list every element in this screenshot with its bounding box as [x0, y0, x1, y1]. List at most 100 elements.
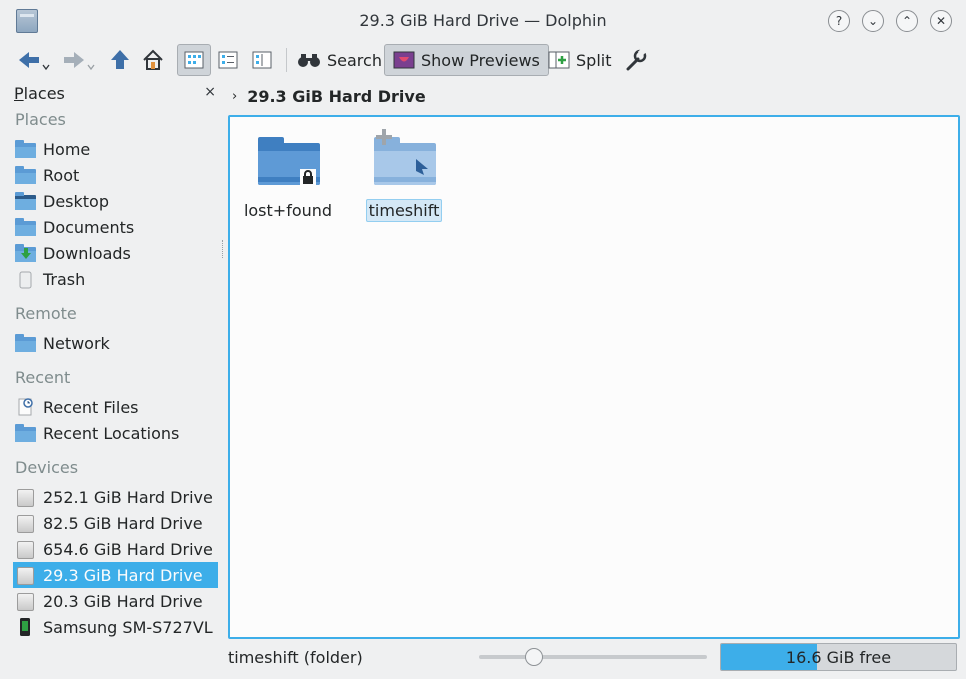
downloads-folder-icon — [15, 243, 37, 263]
network-folder-icon — [15, 333, 37, 353]
hard-drive-icon — [15, 539, 37, 559]
file-name: lost+found — [243, 201, 333, 220]
section-remote: Remote — [15, 304, 77, 323]
back-button[interactable] — [16, 44, 50, 76]
split-button[interactable]: Split — [548, 44, 611, 76]
places-item-trash[interactable]: Trash — [13, 266, 218, 292]
file-name-selected: timeshift — [354, 199, 454, 222]
cursor-emblem-icon — [416, 159, 428, 175]
zoom-slider-handle[interactable] — [524, 648, 543, 666]
places-item-documents[interactable]: Documents — [13, 214, 218, 240]
configure-button[interactable] — [624, 44, 648, 76]
file-item-lost-found[interactable]: lost+found — [238, 127, 338, 220]
device-label: 82.5 GiB Hard Drive — [43, 513, 203, 533]
places-item-label: Downloads — [43, 243, 131, 263]
places-item-label: Network — [43, 333, 110, 353]
add-selection-icon[interactable] — [374, 127, 394, 147]
show-previews-button[interactable]: Show Previews — [384, 44, 549, 76]
device-label: Samsung SM-S727VL — [43, 617, 213, 637]
home-folder-icon — [15, 139, 37, 159]
free-space-bar[interactable]: 16.6 GiB free — [720, 643, 957, 671]
device-item[interactable]: 82.5 GiB Hard Drive — [13, 510, 218, 536]
help-button[interactable]: ? — [828, 10, 850, 32]
device-item[interactable]: 654.6 GiB Hard Drive — [13, 536, 218, 562]
device-item[interactable]: 252.1 GiB Hard Drive — [13, 484, 218, 510]
folder-icon — [15, 165, 37, 185]
details-view-icon — [252, 51, 272, 69]
search-label: Search — [327, 50, 382, 70]
device-label: 252.1 GiB Hard Drive — [43, 487, 213, 507]
device-item[interactable]: 20.3 GiB Hard Drive — [13, 588, 218, 614]
trash-icon — [15, 269, 37, 289]
places-panel-title: Places — [14, 84, 65, 103]
compact-view-icon — [218, 51, 238, 69]
lock-emblem-icon — [300, 169, 316, 185]
places-item-label: Home — [43, 139, 91, 159]
places-item-label: Recent Files — [43, 397, 139, 417]
hard-drive-icon — [15, 591, 37, 611]
panel-splitter-handle[interactable] — [222, 240, 226, 258]
minimize-button[interactable]: ⌄ — [862, 10, 884, 32]
folder-icon — [374, 129, 436, 185]
previews-icon — [393, 51, 415, 69]
title-bar: 29.3 GiB Hard Drive — Dolphin ? ⌄ ⌃ ✕ — [0, 0, 966, 42]
section-devices: Devices — [15, 458, 79, 477]
hard-drive-icon — [15, 487, 37, 507]
window-title: 29.3 GiB Hard Drive — Dolphin — [359, 11, 607, 30]
main-toolbar: Search Show Previews Split — [0, 42, 966, 78]
file-item-timeshift[interactable]: timeshift — [354, 127, 454, 222]
split-label: Split — [576, 50, 612, 70]
recent-locations-icon — [15, 423, 37, 443]
details-view-button[interactable] — [252, 44, 272, 76]
places-item-network[interactable]: Network — [13, 330, 218, 356]
places-item-recent-locations[interactable]: Recent Locations — [13, 420, 218, 446]
places-item-desktop[interactable]: Desktop — [13, 188, 218, 214]
up-button[interactable] — [108, 44, 132, 76]
status-text: timeshift (folder) — [228, 648, 363, 667]
places-item-recent-files[interactable]: Recent Files — [13, 394, 218, 420]
places-item-label: Trash — [43, 269, 86, 289]
icons-view-button[interactable] — [177, 44, 211, 76]
location-bar[interactable]: › 29.3 GiB Hard Drive — [232, 86, 426, 106]
close-button[interactable]: ✕ — [930, 10, 952, 32]
places-item-label: Documents — [43, 217, 135, 237]
forward-arrow-icon — [64, 52, 95, 71]
locked-folder-icon — [258, 133, 320, 185]
up-arrow-icon — [111, 50, 129, 69]
forward-button[interactable] — [60, 44, 98, 76]
hard-drive-icon — [15, 565, 37, 585]
split-view-icon — [548, 51, 570, 69]
search-button[interactable]: Search — [297, 44, 382, 76]
places-item-label: Recent Locations — [43, 423, 180, 443]
back-arrow-icon — [19, 52, 50, 71]
hard-drive-icon — [15, 513, 37, 533]
zoom-slider-track[interactable] — [479, 655, 707, 659]
device-item[interactable]: Samsung SM-S727VL — [13, 614, 218, 640]
places-title-rest: laces — [23, 84, 65, 103]
icons-view-icon — [184, 51, 204, 69]
home-button[interactable] — [141, 44, 165, 76]
device-label: 29.3 GiB Hard Drive — [43, 565, 203, 585]
places-item-root[interactable]: Root — [13, 162, 218, 188]
home-icon — [143, 49, 163, 70]
device-label: 654.6 GiB Hard Drive — [43, 539, 213, 559]
places-item-home[interactable]: Home — [13, 136, 218, 162]
breadcrumb-current[interactable]: 29.3 GiB Hard Drive — [247, 87, 425, 106]
desktop-icon — [15, 191, 37, 211]
section-recent: Recent — [15, 368, 71, 387]
show-previews-label: Show Previews — [421, 50, 540, 70]
binoculars-icon — [298, 54, 320, 67]
file-view[interactable]: lost+found timeshift — [228, 115, 960, 639]
places-item-label: Desktop — [43, 191, 109, 211]
maximize-button[interactable]: ⌃ — [896, 10, 918, 32]
device-item-selected[interactable]: 29.3 GiB Hard Drive — [13, 562, 218, 588]
wrench-icon — [626, 48, 647, 71]
places-title-mnemonic: P — [14, 84, 24, 103]
places-item-label: Root — [43, 165, 80, 185]
close-panel-button[interactable]: × — [204, 84, 216, 100]
breadcrumb-chevron-icon[interactable]: › — [232, 89, 237, 104]
compact-view-button[interactable] — [218, 44, 238, 76]
places-item-downloads[interactable]: Downloads — [13, 240, 218, 266]
phone-icon — [15, 617, 37, 637]
free-space-label: 16.6 GiB free — [785, 648, 892, 667]
